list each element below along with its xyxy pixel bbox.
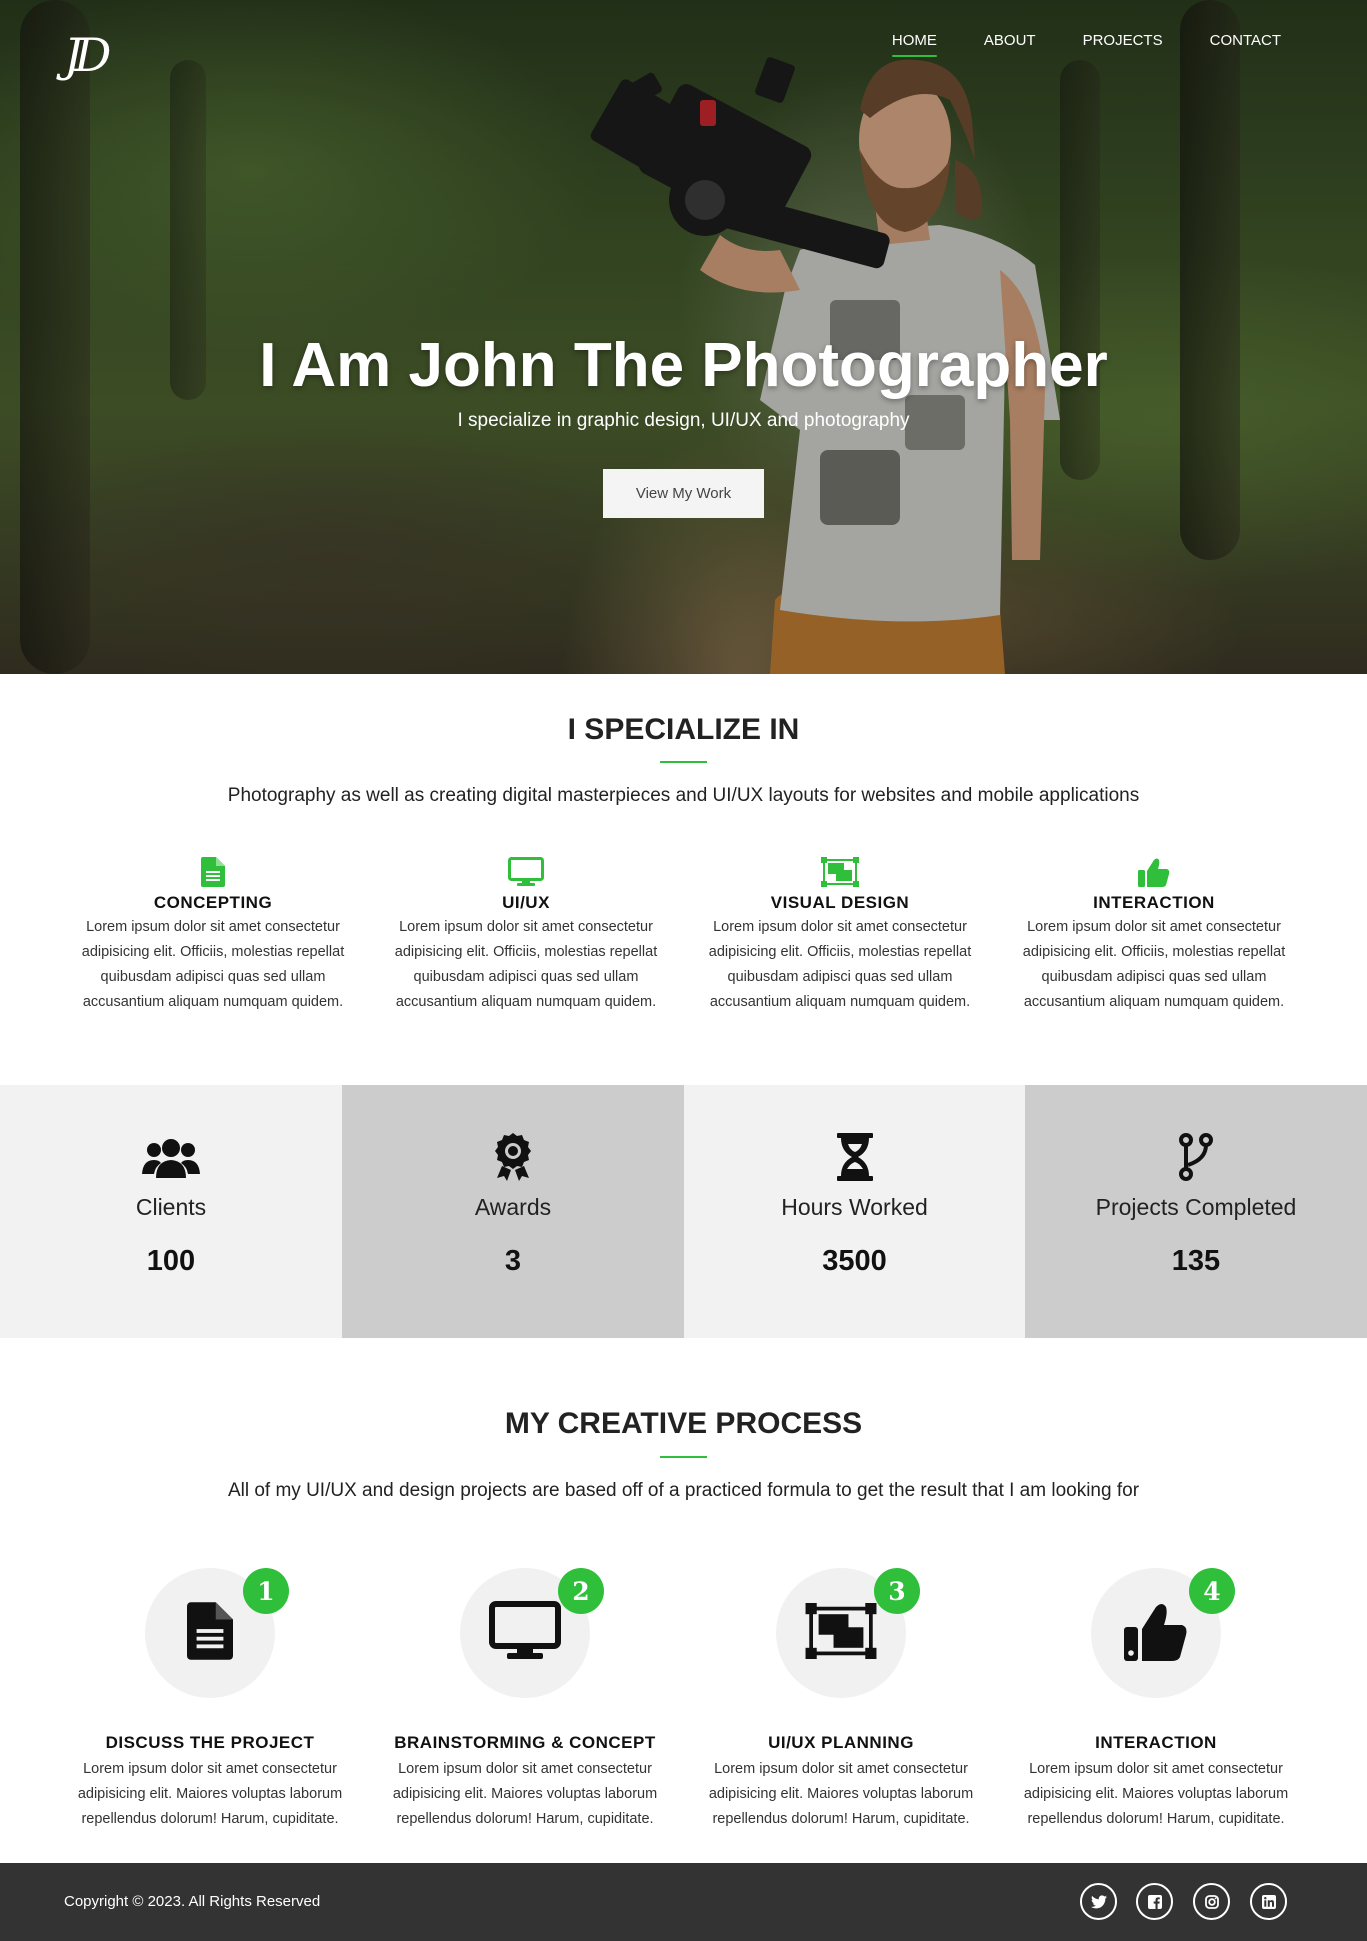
thumbs-up-icon: [1124, 1601, 1188, 1666]
specialize-item-title: VISUAL DESIGN: [770, 893, 910, 912]
stat-value: 100: [146, 1245, 196, 1277]
specialize-item-text: Lorem ipsum dolor sit amet consectetur a…: [1022, 919, 1286, 1010]
object-group-icon: [695, 855, 985, 889]
step-number-badge: 3: [874, 1568, 920, 1614]
process-step-circle: 2: [460, 1568, 604, 1698]
process-title-underline: [660, 1456, 707, 1458]
instagram-icon[interactable]: [1193, 1883, 1230, 1920]
specialize-title-underline: [660, 761, 707, 763]
process-description: All of my UI/UX and design projects are …: [227, 1480, 1140, 1501]
process-step-discuss: 1 DISCUSS THE PROJECT Lorem ipsum dolor …: [60, 1568, 360, 1832]
specialize-title: I SPECIALIZE IN: [567, 713, 800, 746]
award-icon: [342, 1132, 684, 1182]
process-step-title: BRAINSTORMING & CONCEPT: [394, 1733, 656, 1752]
thumbs-up-icon: [1009, 855, 1299, 889]
nav-contact-link[interactable]: CONTACT: [1210, 32, 1281, 57]
specialize-item-concepting: CONCEPTING Lorem ipsum dolor sit amet co…: [68, 855, 358, 1015]
specialize-item-title: CONCEPTING: [153, 893, 273, 912]
specialize-item-text: Lorem ipsum dolor sit amet consectetur a…: [81, 919, 345, 1010]
specialize-description: Photography as well as creating digital …: [227, 785, 1140, 806]
stat-awards: Awards 3: [342, 1085, 684, 1338]
stat-projects-completed: Projects Completed 135: [1025, 1085, 1367, 1338]
stat-label: Clients: [135, 1194, 207, 1220]
stat-hours-worked: Hours Worked 3500: [684, 1085, 1025, 1338]
linkedin-icon[interactable]: [1250, 1883, 1287, 1920]
stat-value: 135: [1171, 1245, 1221, 1277]
process-step-text: Lorem ipsum dolor sit amet consectetur a…: [392, 1761, 658, 1827]
desktop-icon: [381, 855, 671, 889]
object-group-icon: [805, 1602, 877, 1664]
code-branch-icon: [1025, 1132, 1367, 1182]
hero-section: JD HOME ABOUT PROJECTS CONTACT I Am John…: [0, 0, 1367, 674]
nav-about-link[interactable]: ABOUT: [984, 32, 1036, 57]
specialize-item-text: Lorem ipsum dolor sit amet consectetur a…: [394, 919, 658, 1010]
twitter-icon[interactable]: [1080, 1883, 1117, 1920]
hero-title: I Am John The Photographer: [259, 331, 1108, 400]
copyright-text: Copyright © 2023. All Rights Reserved: [64, 1893, 321, 1910]
stat-label: Hours Worked: [781, 1194, 928, 1220]
stat-label: Awards: [474, 1194, 552, 1220]
process-step-brainstorming: 2 BRAINSTORMING & CONCEPT Lorem ipsum do…: [375, 1568, 675, 1832]
stat-value: 3: [504, 1245, 522, 1277]
main-nav: HOME ABOUT PROJECTS CONTACT: [891, 32, 1281, 57]
specialize-item-interaction: INTERACTION Lorem ipsum dolor sit amet c…: [1009, 855, 1299, 1015]
nav-home-link[interactable]: HOME: [891, 32, 937, 57]
step-number-badge: 2: [558, 1568, 604, 1614]
process-step-circle: 3: [776, 1568, 920, 1698]
view-my-work-button[interactable]: View My Work: [603, 469, 764, 518]
process-step-title: INTERACTION: [1095, 1733, 1217, 1752]
users-icon: [0, 1132, 342, 1182]
hourglass-icon: [684, 1132, 1025, 1182]
file-icon: [68, 855, 358, 889]
process-step-interaction: 4 INTERACTION Lorem ipsum dolor sit amet…: [1006, 1568, 1306, 1832]
hero-subtitle: I specialize in graphic design, UI/UX an…: [457, 410, 910, 431]
nav-projects-link[interactable]: PROJECTS: [1083, 32, 1163, 57]
process-step-circle: 1: [145, 1568, 289, 1698]
process-step-title: DISCUSS THE PROJECT: [105, 1733, 315, 1752]
desktop-icon: [489, 1600, 561, 1667]
process-step-circle: 4: [1091, 1568, 1235, 1698]
file-icon: [187, 1600, 233, 1667]
process-step-text: Lorem ipsum dolor sit amet consectetur a…: [708, 1761, 974, 1827]
process-step-title: UI/UX PLANNING: [768, 1733, 914, 1752]
specialize-item-uiux: UI/UX Lorem ipsum dolor sit amet consect…: [381, 855, 671, 1015]
specialize-item-title: INTERACTION: [1093, 893, 1215, 912]
stat-clients: Clients 100: [0, 1085, 342, 1338]
footer: Copyright © 2023. All Rights Reserved: [0, 1863, 1367, 1941]
logo[interactable]: JD: [64, 28, 111, 82]
process-step-uiux-planning: 3 UI/UX PLANNING Lorem ipsum dolor sit a…: [691, 1568, 991, 1832]
process-title: MY CREATIVE PROCESS: [504, 1407, 863, 1440]
step-number-badge: 1: [243, 1568, 289, 1614]
step-number-badge: 4: [1189, 1568, 1235, 1614]
process-step-text: Lorem ipsum dolor sit amet consectetur a…: [77, 1761, 343, 1827]
specialize-item-title: UI/UX: [502, 893, 550, 912]
specialize-item-text: Lorem ipsum dolor sit amet consectetur a…: [708, 919, 972, 1010]
stat-label: Projects Completed: [1095, 1194, 1297, 1220]
specialize-item-visual-design: VISUAL DESIGN Lorem ipsum dolor sit amet…: [695, 855, 985, 1015]
facebook-icon[interactable]: [1136, 1883, 1173, 1920]
process-step-text: Lorem ipsum dolor sit amet consectetur a…: [1023, 1761, 1289, 1827]
stat-value: 3500: [822, 1245, 887, 1277]
